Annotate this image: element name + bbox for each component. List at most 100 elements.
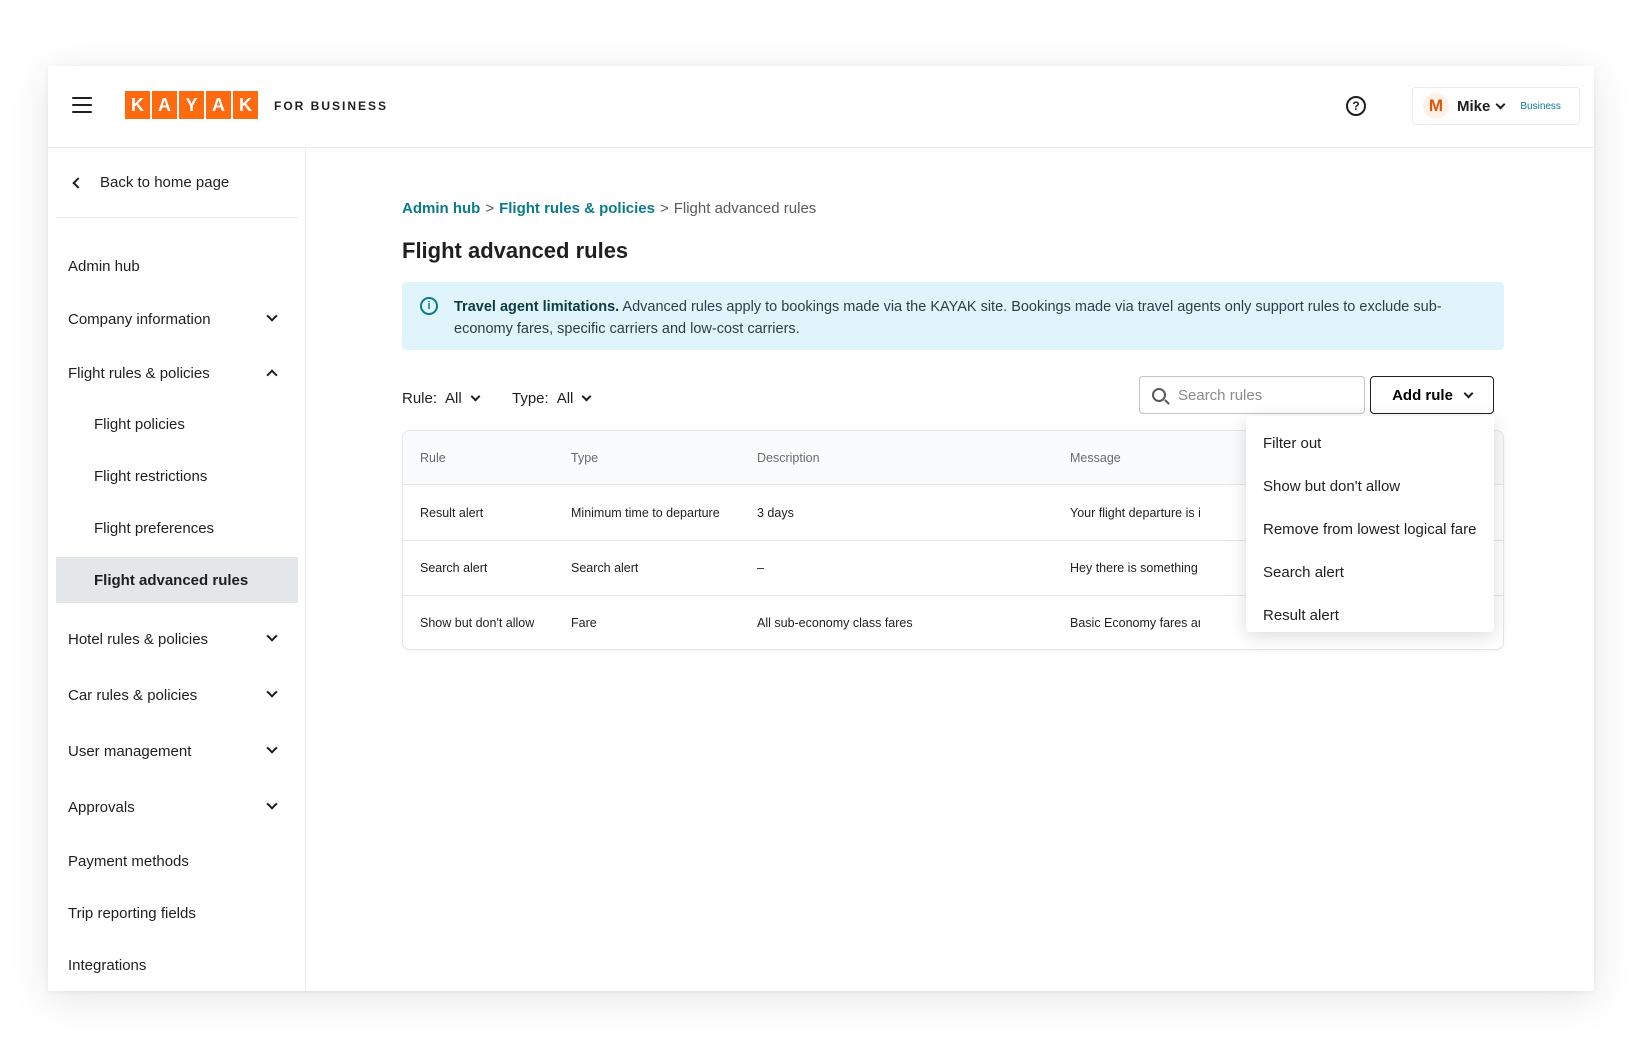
breadcrumb-current: Flight advanced rules	[673, 200, 817, 217]
banner-title: Travel agent limitations.	[454, 299, 620, 315]
sidebar-item-flight-restrictions[interactable]: Flight restrictions	[56, 453, 298, 499]
main-content: Admin hub > Flight rules & policies > Flight…	[306, 148, 1594, 991]
sidebar-item-label: Flight policies	[94, 415, 185, 433]
column-header-type[interactable]: Type	[571, 451, 598, 465]
sidebar-item-flight-policies[interactable]: Flight policies	[56, 401, 298, 447]
cell-description: All sub-economy class fares	[757, 616, 913, 630]
column-header-message[interactable]: Message	[1070, 451, 1121, 465]
back-label: Back to home page	[100, 174, 230, 191]
breadcrumb-admin-hub[interactable]: Admin hub	[402, 200, 480, 217]
search-icon	[1152, 388, 1166, 402]
cell-type: Minimum time to departure	[571, 506, 720, 520]
cell-description: 3 days	[757, 506, 794, 520]
avatar: M	[1423, 93, 1449, 119]
cell-type: Search alert	[571, 561, 639, 575]
column-header-rule[interactable]: Rule	[420, 451, 446, 465]
cell-message: Your flight departure is in	[1070, 506, 1200, 520]
chevron-down-icon	[1463, 388, 1474, 398]
account-type-badge: Business	[1520, 100, 1561, 112]
rule-filter-value: All	[445, 390, 462, 407]
sidebar-item-label: Hotel rules & policies	[68, 630, 209, 648]
breadcrumb-separator: >	[659, 200, 669, 217]
menu-item-filter-out[interactable]: Filter out	[1246, 422, 1494, 465]
sidebar-item-label: Payment methods	[68, 852, 189, 870]
cell-type: Fare	[571, 616, 597, 630]
rule-filter[interactable]: Rule: All	[402, 390, 481, 407]
sidebar-item-label: Company information	[68, 310, 211, 328]
app-window: K A Y A K FOR BUSINESS ? M Mike Business…	[48, 66, 1594, 991]
kayak-logo[interactable]: K A Y A K	[125, 91, 260, 119]
menu-item-show-but-dont-allow[interactable]: Show but don't allow	[1246, 465, 1494, 508]
sidebar-item-label: Integrations	[68, 956, 147, 974]
user-menu[interactable]: M Mike Business	[1412, 87, 1580, 125]
rule-filter-label: Rule:	[402, 390, 438, 407]
breadcrumb-flight-rules[interactable]: Flight rules & policies	[499, 200, 655, 217]
sidebar-item-hotel-rules[interactable]: Hotel rules & policies	[56, 616, 298, 662]
sidebar-item-integrations[interactable]: Integrations	[56, 942, 298, 988]
logo-letter: A	[152, 91, 177, 119]
user-name: Mike	[1457, 97, 1491, 115]
cell-rule: Show but don't allow	[420, 616, 535, 630]
logo-letter: Y	[179, 91, 204, 119]
page-title: Flight advanced rules	[402, 238, 629, 263]
sidebar-item-label: Admin hub	[68, 257, 140, 275]
cell-rule: Result alert	[420, 506, 484, 520]
chevron-down-icon	[581, 391, 592, 402]
add-rule-dropdown-menu: Filter out Show but don't allow Remove f…	[1246, 416, 1494, 632]
sidebar-item-flight-preferences[interactable]: Flight preferences	[56, 505, 298, 551]
back-to-home-link[interactable]: Back to home page	[56, 148, 298, 218]
breadcrumb: Admin hub > Flight rules & policies > Flight…	[402, 200, 816, 217]
add-rule-label: Add rule	[1392, 386, 1453, 404]
sidebar-item-trip-reporting-fields[interactable]: Trip reporting fields	[56, 890, 298, 936]
logo-subtitle: FOR BUSINESS	[274, 99, 389, 113]
chevron-down-icon	[470, 391, 481, 402]
cell-rule: Search alert	[420, 561, 488, 575]
info-icon: i	[420, 297, 438, 315]
search-input[interactable]	[1178, 386, 1348, 404]
logo-letter: A	[206, 91, 231, 119]
add-rule-button[interactable]: Add rule	[1370, 376, 1494, 414]
breadcrumb-separator: >	[485, 200, 495, 217]
sidebar-item-user-management[interactable]: User management	[56, 728, 298, 774]
sidebar-item-flight-rules[interactable]: Flight rules & policies	[56, 350, 298, 396]
menu-item-result-alert[interactable]: Result alert	[1246, 594, 1494, 637]
search-box	[1139, 376, 1365, 414]
sidebar-item-label: User management	[68, 742, 192, 760]
help-icon[interactable]: ?	[1346, 96, 1366, 116]
sidebar-item-admin-hub[interactable]: Admin hub	[56, 243, 298, 289]
hamburger-menu-icon[interactable]	[72, 97, 92, 113]
sidebar-item-car-rules[interactable]: Car rules & policies	[56, 672, 298, 718]
column-header-description[interactable]: Description	[757, 451, 820, 465]
chevron-down-icon	[266, 742, 278, 754]
sidebar: Back to home page Admin hub Company info…	[48, 148, 306, 991]
chevron-down-icon	[266, 686, 278, 698]
type-filter-label: Type:	[512, 390, 549, 407]
sidebar-item-payment-methods[interactable]: Payment methods	[56, 838, 298, 884]
logo-letter: K	[233, 91, 258, 119]
sidebar-item-company-information[interactable]: Company information	[56, 296, 298, 342]
sidebar-item-label: Flight restrictions	[94, 467, 208, 485]
sidebar-item-label: Trip reporting fields	[68, 904, 196, 922]
sidebar-item-label: Car rules & policies	[68, 686, 198, 704]
top-header: K A Y A K FOR BUSINESS ? M Mike Business	[48, 66, 1594, 148]
menu-item-remove-from-lowest-logical-fare[interactable]: Remove from lowest logical fare	[1246, 508, 1494, 551]
menu-item-search-alert[interactable]: Search alert	[1246, 551, 1494, 594]
sidebar-item-approvals[interactable]: Approvals	[56, 784, 298, 830]
type-filter-value: All	[556, 390, 574, 407]
info-banner: i Travel agent limitations. Advanced rul…	[402, 282, 1504, 350]
sidebar-item-label: Flight preferences	[94, 519, 215, 537]
cell-message: Basic Economy fares are	[1070, 616, 1200, 630]
cell-message: Hey there is something to	[1070, 561, 1200, 575]
chevron-down-icon	[1495, 99, 1506, 109]
logo-letter: K	[125, 91, 150, 119]
cell-description: –	[757, 561, 764, 575]
chevron-down-icon	[266, 630, 278, 642]
sidebar-item-label: Flight rules & policies	[68, 364, 210, 382]
chevron-left-icon	[72, 176, 84, 189]
sidebar-item-label: Approvals	[68, 798, 135, 816]
chevron-up-icon	[266, 369, 278, 381]
sidebar-item-label: Flight advanced rules	[94, 571, 249, 589]
type-filter[interactable]: Type: All	[512, 390, 592, 407]
sidebar-item-flight-advanced-rules[interactable]: Flight advanced rules	[56, 557, 298, 603]
chevron-down-icon	[266, 310, 278, 322]
